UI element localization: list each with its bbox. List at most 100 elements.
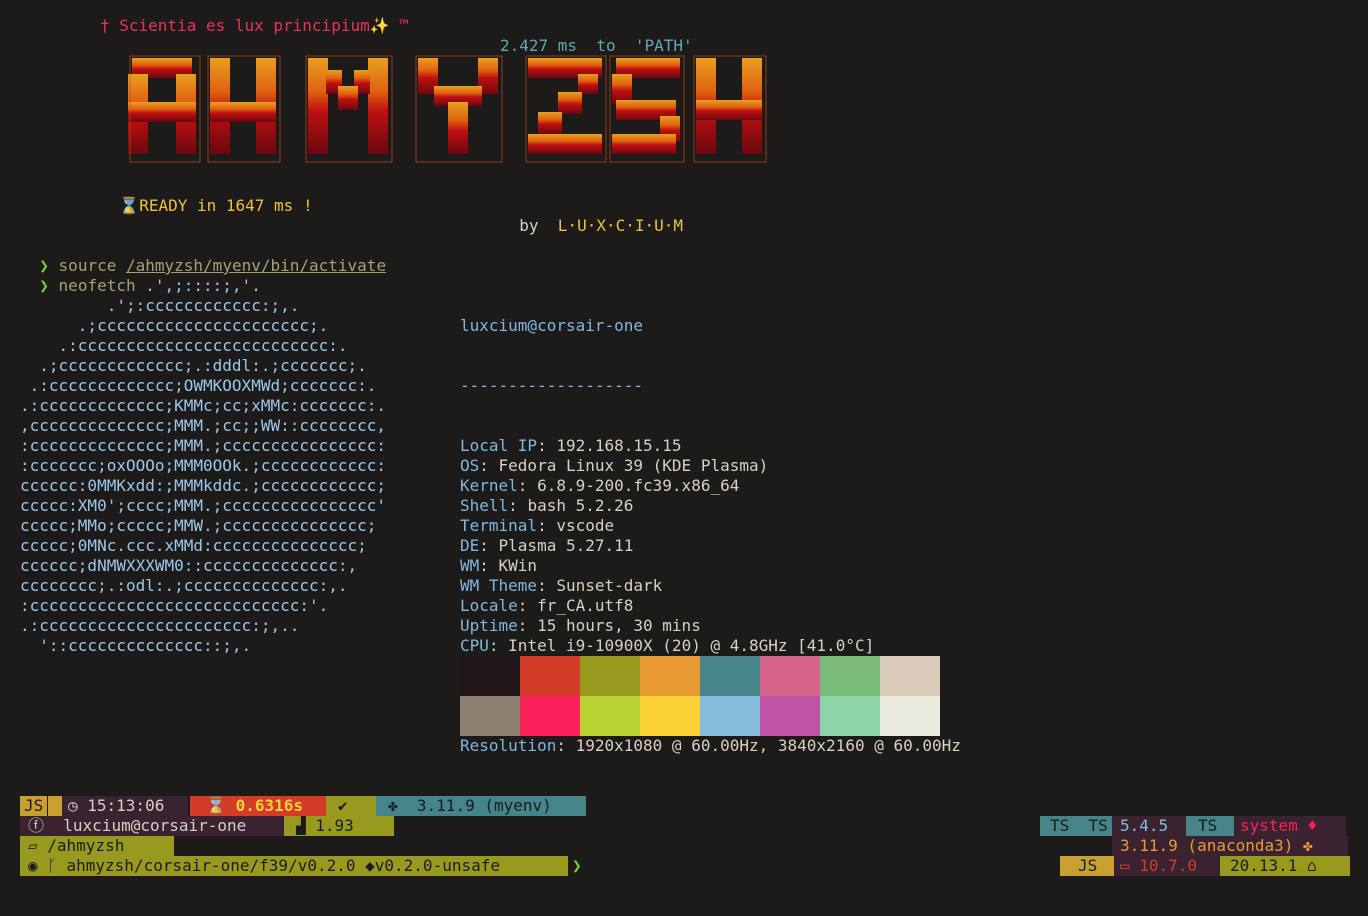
ascii-logo-line: .:ccccccccccccc;KMMc;cc;xMMc:ccccccc:. bbox=[20, 396, 387, 415]
ascii-logo-line: cccccccc;.:odl:.;cccccccccccccc:,. bbox=[20, 576, 348, 595]
git-branch-icon: ᚴ bbox=[47, 856, 67, 875]
info-label: Kernel bbox=[460, 476, 518, 495]
git-branch: ahmyzsh/corsair-one/f39/v0.2.0 bbox=[66, 856, 356, 875]
info-value: 192.168.15.15 bbox=[556, 436, 682, 455]
input-prompt-chevron-icon[interactable]: ❯ bbox=[572, 856, 582, 876]
cwd-text: /ahmyzsh bbox=[47, 836, 125, 855]
info-row: CPU: Intel i9-10900X (20) @ 4.8GHz [41.0… bbox=[460, 636, 875, 655]
ascii-logo-line: cccccc;dNMWXXXWM0::cccccccccccccc:, bbox=[20, 556, 358, 575]
node-right-segment: 20.13.1 ⌂ bbox=[1220, 856, 1350, 876]
chart-icon: ▟ bbox=[296, 816, 316, 835]
ts-icon: TS TS bbox=[1050, 816, 1108, 835]
info-row: Uptime: 15 hours, 30 mins bbox=[460, 616, 701, 635]
user-host: luxcium@corsair-one bbox=[460, 316, 644, 335]
info-row: WM: KWin bbox=[460, 556, 538, 575]
hourglass-icon: ⌛ bbox=[206, 796, 236, 815]
ascii-logo-line: :cccccccccccccc;MMM.;cccccccccccccccc: bbox=[20, 436, 387, 455]
path-timing: 2.427 ms to 'PATH' bbox=[500, 36, 693, 55]
info-value: fr_CA.utf8 bbox=[537, 596, 634, 615]
info-value: KWin bbox=[498, 556, 538, 575]
prompt-user-host: luxcium@corsair-one bbox=[63, 816, 247, 835]
ahmyzsh-banner bbox=[128, 55, 767, 163]
ascii-logo-line: .:ccccccccccccc;OWMKOOXMWd;ccccccc:. bbox=[20, 376, 377, 395]
segment-divider bbox=[160, 836, 174, 856]
ruby-segment: system ♦ bbox=[1234, 816, 1346, 836]
color-swatch bbox=[580, 656, 640, 696]
color-swatch bbox=[820, 696, 880, 736]
ascii-logo-line: .',;::::;,'. bbox=[20, 276, 261, 295]
color-swatch bbox=[640, 656, 700, 696]
ready-text: READY in 1647 ms ! bbox=[139, 196, 313, 215]
color-palette bbox=[460, 656, 940, 736]
color-swatch bbox=[700, 696, 760, 736]
by-label: by bbox=[519, 216, 539, 235]
info-value: 1920x1080 @ 60.00Hz, 3840x2160 @ 60.00Hz bbox=[575, 736, 961, 755]
duration-segment: ⌛ 0.6316s bbox=[190, 796, 326, 816]
ascii-logo-line: .;ccccccccccccc;.:dddl:.;ccccccc;. bbox=[20, 356, 367, 375]
color-swatch bbox=[880, 696, 940, 736]
info-row: Resolution: 1920x1080 @ 60.00Hz, 3840x21… bbox=[460, 736, 961, 755]
node-left-segment: ▭ 10.7.0 bbox=[1114, 856, 1220, 876]
github-icon: ◉ bbox=[28, 856, 48, 875]
color-swatch bbox=[640, 696, 700, 736]
info-value: Intel i9-10900X (20) @ 4.8GHz [41.0°C] bbox=[508, 636, 875, 655]
segment-divider bbox=[48, 796, 62, 816]
ts-icon: TS bbox=[1198, 816, 1218, 835]
cwd-segment: ▱ /ahmyzsh bbox=[20, 836, 164, 856]
author-line: by L·U·X·C·I·U·M bbox=[500, 196, 683, 236]
color-swatch bbox=[520, 656, 580, 696]
color-swatch bbox=[460, 656, 520, 696]
color-swatch bbox=[580, 696, 640, 736]
ascii-logo-line: ccccc;MMo;ccccc;MMW.;ccccccccccccccc; bbox=[20, 516, 377, 535]
info-row: Kernel: 6.8.9-200.fc39.x86_64 bbox=[460, 476, 740, 495]
info-row: Terminal: vscode bbox=[460, 516, 615, 535]
motto: † Scientia es lux principium✨ ™ bbox=[100, 16, 409, 35]
segment-divider bbox=[380, 816, 394, 836]
js-badge: JS bbox=[20, 796, 48, 816]
banner-logo bbox=[128, 54, 768, 170]
ascii-logo-line: ,cccccccccccccc;MMM.;cc;;WW::cccccccc, bbox=[20, 416, 387, 435]
color-swatch bbox=[520, 696, 580, 736]
info-label: Uptime bbox=[460, 616, 518, 635]
ascii-logo-line: :ccccccc;oxOOOo;MMM0OOk.;cccccccccccc: bbox=[20, 456, 387, 475]
info-label: DE bbox=[460, 536, 480, 555]
info-row: Shell: bash 5.2.26 bbox=[460, 496, 634, 515]
color-swatch bbox=[880, 656, 940, 696]
ascii-logo-line: :cccccccccccccccccccccccccccc:'. bbox=[20, 596, 329, 615]
python-segment: ✤ 3.11.9 (myenv) bbox=[376, 796, 586, 816]
info-label: Locale bbox=[460, 596, 518, 615]
info-row: DE: Plasma 5.27.11 bbox=[460, 536, 634, 555]
command-arg[interactable]: /ahmyzsh/myenv/bin/activate bbox=[126, 256, 386, 275]
ts-icon-segment: TS bbox=[1186, 816, 1234, 836]
fedora-ascii-logo: .',;::::;,'. .';:cccccccccccc:;,. .;cccc… bbox=[20, 276, 386, 656]
node-right-version: 20.13.1 bbox=[1230, 856, 1298, 875]
ascii-logo-line: '::cccccccccccccc::;,. bbox=[20, 636, 252, 655]
info-value: 15 hours, 30 mins bbox=[537, 616, 701, 635]
info-label: Terminal bbox=[460, 516, 538, 535]
load-text: 1.93 bbox=[315, 816, 354, 835]
info-value: bash 5.2.26 bbox=[527, 496, 634, 515]
info-value: 6.8.9-200.fc39.x86_64 bbox=[537, 476, 740, 495]
color-swatch bbox=[760, 656, 820, 696]
duration-text: 0.6316s bbox=[235, 796, 303, 815]
python-icon: ✤ bbox=[388, 796, 417, 815]
separator: ------------------- bbox=[460, 376, 644, 395]
info-value: Plasma 5.27.11 bbox=[498, 536, 634, 555]
status-ok-segment: ✔ bbox=[326, 796, 376, 816]
ascii-logo-line: .:cccccccccccccccccccccccccc:. bbox=[20, 336, 348, 355]
tag-icon: ◆ bbox=[365, 856, 375, 875]
home-icon: ⌂ bbox=[1307, 856, 1317, 875]
js-icon: JS bbox=[24, 796, 44, 815]
info-value: vscode bbox=[556, 516, 615, 535]
info-label: Local IP bbox=[460, 436, 538, 455]
info-label: WM Theme bbox=[460, 576, 538, 595]
info-label: CPU bbox=[460, 636, 489, 655]
time-segment: ◷ 15:13:06 bbox=[62, 796, 188, 816]
color-swatch bbox=[820, 656, 880, 696]
hourglass-icon: ⌛ bbox=[119, 196, 140, 215]
color-swatch bbox=[700, 656, 760, 696]
ascii-logo-line: ccccc;0MNc.ccc.xMMd:ccccccccccccccc; bbox=[20, 536, 367, 555]
ts-badge-segment: TS TS bbox=[1040, 816, 1122, 836]
info-value: Fedora Linux 39 (KDE Plasma) bbox=[498, 456, 769, 475]
check-icon: ✔ bbox=[338, 796, 348, 815]
